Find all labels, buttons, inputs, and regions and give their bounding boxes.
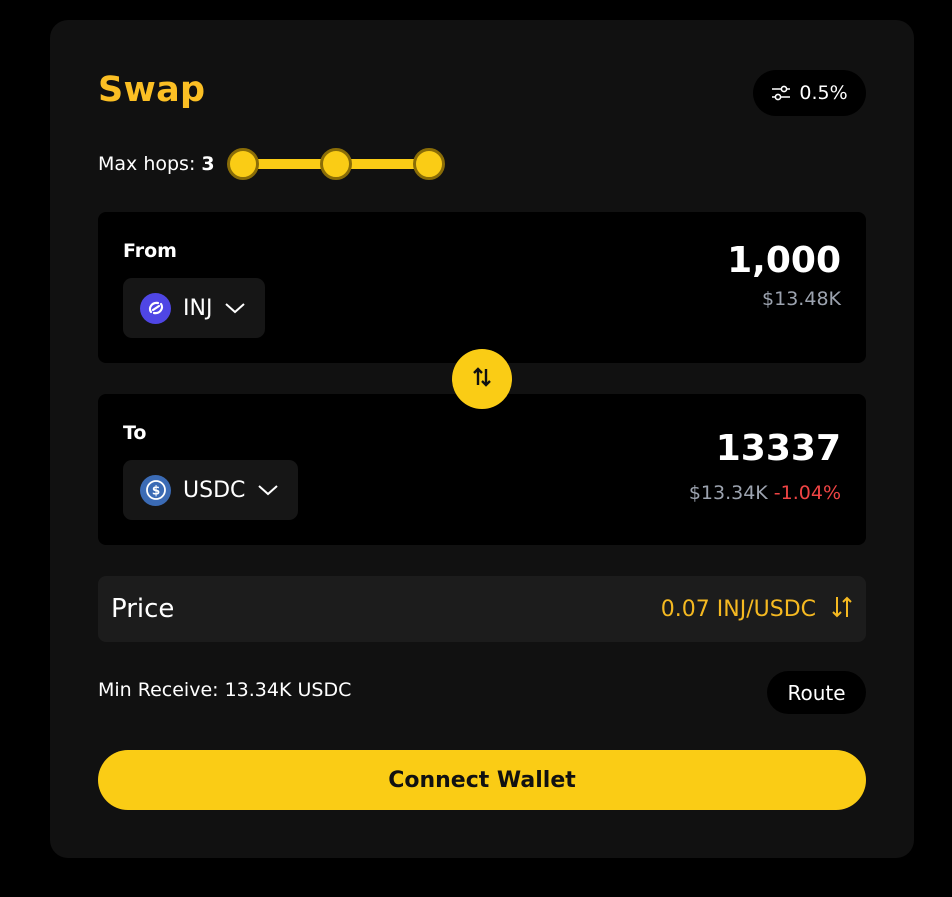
usdc-icon: $ [140,474,171,506]
from-token-symbol: INJ [183,295,213,321]
from-token-select[interactable]: INJ [123,278,266,338]
max-hops-slider[interactable] [226,146,451,182]
switch-tokens-button[interactable] [452,349,512,409]
swap-arrows-icon [470,365,494,393]
svg-text:$: $ [151,484,159,498]
to-usd-value: $13.34K -1.04% [688,482,841,504]
to-amount-output: 13337 [715,428,841,469]
min-receive: Min Receive: 13.34K USDC [98,679,352,701]
price-right: 0.07 INJ/USDC [661,594,854,624]
max-hops-knob-2[interactable] [319,148,352,180]
price-value: 0.07 INJ/USDC [660,596,816,622]
to-token-symbol: USDC [183,477,246,503]
swap-title: Swap [98,70,206,110]
to-panel: To $ USDC 13337 $13.34K -1.04% [98,394,866,545]
route-button[interactable]: Route [767,671,866,714]
from-usd-value: $13.48K [762,288,841,310]
max-hops-knob-1[interactable] [226,148,259,180]
to-label: To [123,422,147,444]
max-hops-value: 3 [201,153,215,175]
max-hops-knob-3[interactable] [412,148,445,180]
chevron-down-icon [257,478,279,503]
from-panel: From INJ 1,000 $13.48K [98,212,866,363]
price-impact: -1.04% [773,482,841,504]
slippage-value: 0.5% [799,82,848,104]
max-hops-label: Max hops: 3 [98,153,215,175]
to-token-select[interactable]: $ USDC [123,460,299,520]
max-hops-row: Max hops: 3 [98,148,451,180]
price-label: Price [111,594,175,624]
connect-wallet-button[interactable]: Connect Wallet [98,750,866,810]
from-label: From [123,240,177,262]
swap-card: Swap 0.5% Max hops: 3 From INJ 1,000 $13… [50,20,914,858]
injective-icon [140,292,171,324]
chevron-down-icon [224,296,246,321]
invert-price-icon[interactable] [830,594,854,624]
price-row: Price 0.07 INJ/USDC [98,576,866,642]
sliders-icon [771,84,791,102]
slippage-settings-button[interactable]: 0.5% [753,70,866,116]
from-amount-input[interactable]: 1,000 [727,240,841,281]
